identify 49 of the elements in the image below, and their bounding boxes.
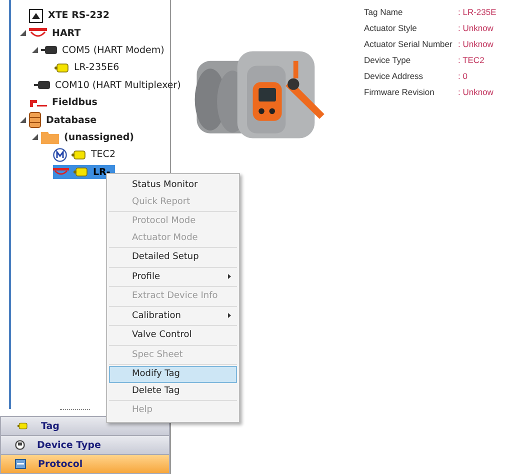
hart-logo-icon [53, 167, 69, 178]
property-label: Actuator Style [364, 23, 418, 35]
tag-icon [53, 60, 69, 75]
nav-button[interactable]: Device Type [0, 436, 170, 455]
property-label: Tag Name [364, 7, 404, 19]
property-value: : LR-235E [458, 7, 496, 19]
nav-button[interactable]: Protocol [0, 455, 170, 474]
database-icon [29, 112, 41, 128]
connector-icon [34, 80, 50, 90]
property-value: : TEC2 [458, 55, 486, 67]
expanded-arrow-icon[interactable] [20, 30, 26, 36]
property-value: : Unknow [458, 23, 494, 35]
expanded-arrow-icon[interactable] [32, 134, 38, 140]
property-value: : Unknow [458, 87, 494, 99]
tree-item[interactable]: TEC2 [89, 148, 118, 162]
fieldbus-icon [29, 98, 47, 108]
folder-icon [41, 130, 59, 144]
tag-icon [72, 165, 88, 180]
property-value: : Unknow [458, 39, 494, 51]
tree-item[interactable]: Database [44, 114, 99, 127]
expanded-arrow-icon[interactable] [20, 117, 26, 124]
tag-icon [70, 148, 86, 162]
tree-item[interactable]: XTE RS-232 [46, 9, 112, 22]
tree-item[interactable]: COM10 (HART Multiplexer) [53, 78, 183, 92]
property-label: Device Address [364, 71, 424, 83]
tree-item[interactable]: LR-235E6 [72, 61, 122, 74]
tree-item[interactable]: COM5 (HART Modem) [60, 44, 166, 57]
menu-item[interactable]: Delete Tag [109, 382, 237, 399]
serial-port-icon [29, 8, 43, 23]
tree-item[interactable]: Fieldbus [50, 96, 100, 110]
connector-icon [41, 45, 57, 56]
m-badge-icon [53, 148, 67, 162]
hart-logo-icon [29, 27, 47, 40]
menu-item[interactable]: Valve Control [109, 327, 237, 344]
property-value: : 0 [458, 71, 468, 83]
tree-item[interactable]: (unassigned) [62, 130, 136, 144]
menu-item[interactable]: Detailed Setup [109, 249, 237, 266]
menu-item[interactable]: Status Monitor [109, 177, 237, 194]
gauge-icon [15, 440, 25, 450]
tree-item[interactable]: HART [50, 26, 83, 40]
window-icon [15, 459, 26, 469]
property-label: Firmware Revision [364, 87, 436, 99]
menu-item[interactable]: Profile [109, 268, 237, 285]
tag-icon [15, 421, 29, 431]
menu-item[interactable]: Calibration [109, 308, 237, 324]
expanded-arrow-icon[interactable] [32, 47, 38, 54]
property-label: Actuator Serial Number [364, 39, 454, 51]
property-label: Device Type [364, 55, 412, 67]
menu-item[interactable]: Modify Tag [109, 366, 237, 382]
